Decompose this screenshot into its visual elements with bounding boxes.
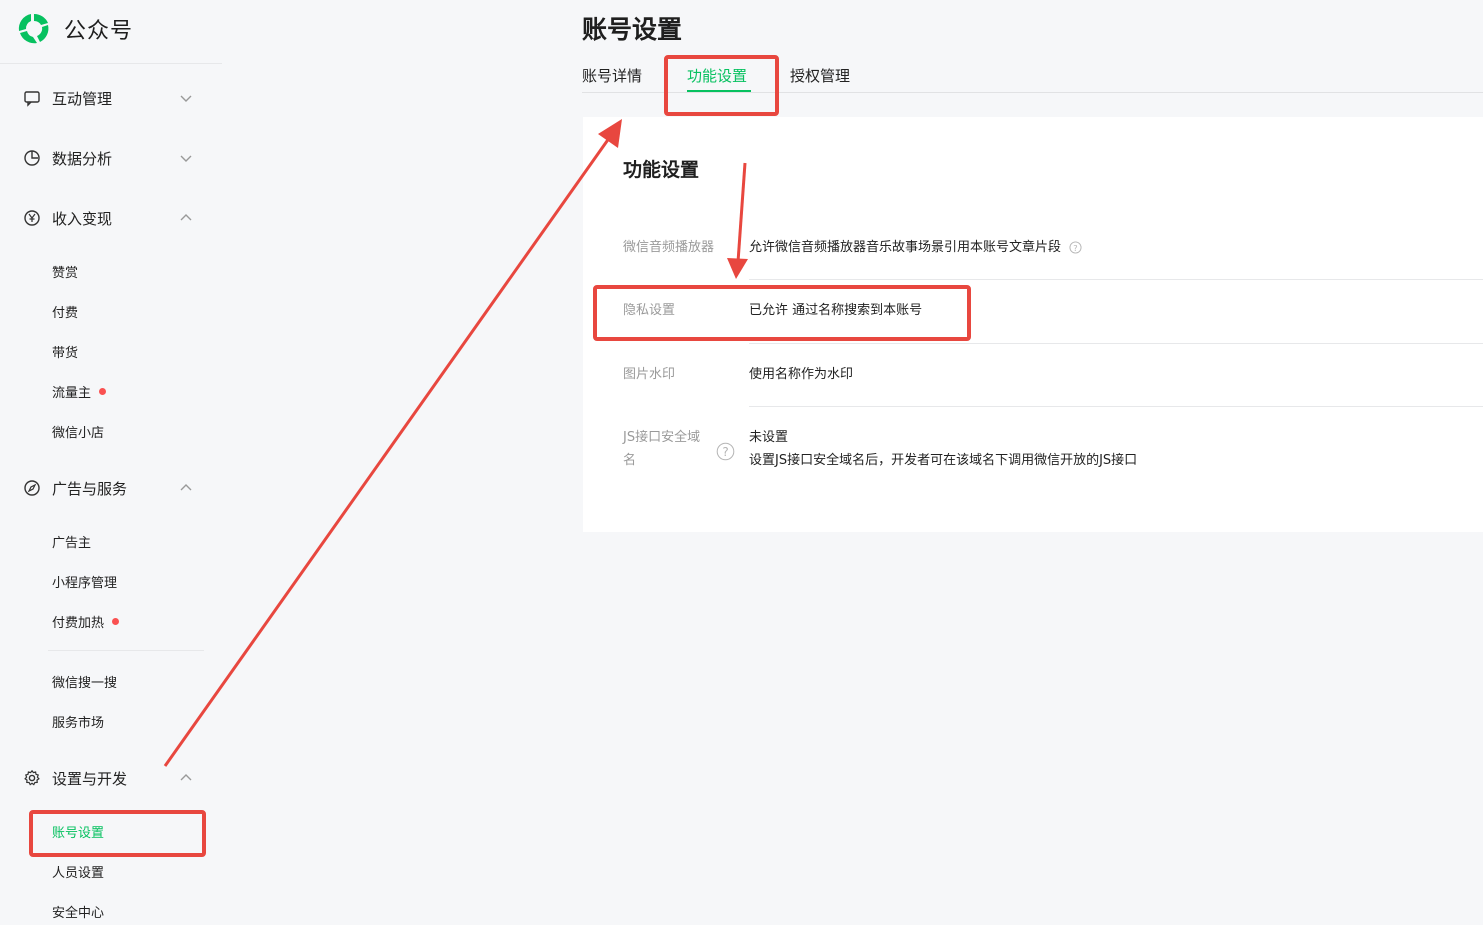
sidebar-item-label: 服务市场 xyxy=(52,715,105,731)
setting-label-audio-player: 微信音频播放器 xyxy=(623,240,715,255)
tab-account-details[interactable]: 账号详情 xyxy=(582,65,642,86)
sidebar-item-label: 小程序管理 xyxy=(52,575,118,591)
nav-group-settings-dev[interactable]: 设置与开发 xyxy=(22,763,202,793)
setting-label-js-domain-line2: 名 xyxy=(623,453,637,468)
sidebar-item-label: 付费加热 xyxy=(52,615,105,631)
brand-name: 公众号 xyxy=(64,19,134,44)
sidebar-item-label: 微信小店 xyxy=(52,425,105,441)
sidebar-item-traffic-owner[interactable]: 流量主 xyxy=(52,379,107,403)
sidebar-item-label: 微信搜一搜 xyxy=(52,675,118,691)
setting-label-watermark: 图片水印 xyxy=(623,367,676,382)
row-divider xyxy=(749,343,1483,344)
sidebar-item-paid-boost[interactable]: 付费加热 xyxy=(52,609,120,633)
sidebar-item-label: 带货 xyxy=(52,345,79,361)
sidebar-item-mini-program[interactable]: 小程序管理 xyxy=(52,569,117,593)
sidebar-divider xyxy=(48,650,204,651)
nav-group-monetization[interactable]: 收入变现 xyxy=(22,203,202,233)
svg-text:?: ? xyxy=(722,445,728,459)
notification-dot xyxy=(112,617,120,625)
chevron-up-icon[interactable] xyxy=(178,210,194,226)
setting-value-text: 允许微信音频播放器音乐故事场景引用本账号文章片段 xyxy=(749,240,1062,255)
sidebar-item-label: 安全中心 xyxy=(52,905,105,921)
help-icon[interactable]: ? xyxy=(716,442,735,461)
row-divider xyxy=(749,406,1483,407)
nav-group-label: 收入变现 xyxy=(52,209,113,228)
highlight-box-tab xyxy=(664,55,779,116)
sidebar-item-advertiser[interactable]: 广告主 xyxy=(52,529,91,553)
highlight-box-privacy xyxy=(593,285,971,341)
sidebar-item-member-settings[interactable]: 人员设置 xyxy=(52,859,104,883)
brand-logo[interactable]: 公众号 xyxy=(16,10,133,48)
nav-group-label: 数据分析 xyxy=(52,149,113,168)
sidebar-item-wechat-shop[interactable]: 微信小店 xyxy=(52,419,104,443)
gear-icon xyxy=(22,768,42,788)
row-divider xyxy=(749,279,1483,280)
chevron-down-icon[interactable] xyxy=(178,90,194,106)
chevron-up-icon[interactable] xyxy=(178,770,194,786)
sidebar-item-service-market[interactable]: 服务市场 xyxy=(52,709,104,733)
page-title: 账号设置 xyxy=(582,15,683,44)
setting-label-js-domain-line1: JS接口安全域 xyxy=(623,430,701,445)
setting-value-audio-player: 允许微信音频播放器音乐故事场景引用本账号文章片段 ? xyxy=(749,237,1082,259)
setting-value-js-domain[interactable]: 未设置 xyxy=(749,427,788,449)
svg-text:?: ? xyxy=(1073,243,1077,253)
sidebar-item-label: 人员设置 xyxy=(52,865,105,881)
wechat-official-account-logo-icon xyxy=(18,13,49,44)
notification-dot xyxy=(99,387,107,395)
annotation-arrow-line xyxy=(163,133,614,767)
sidebar-item-label: 流量主 xyxy=(52,385,92,401)
tab-authorization[interactable]: 授权管理 xyxy=(790,65,850,86)
nav-group-interaction[interactable]: 互动管理 xyxy=(22,83,202,113)
highlight-box-account-settings xyxy=(29,810,206,857)
nav-group-label: 互动管理 xyxy=(52,89,113,108)
pie-chart-icon xyxy=(22,148,42,168)
chevron-down-icon[interactable] xyxy=(178,150,194,166)
nav-group-label: 广告与服务 xyxy=(52,479,128,498)
setting-value-watermark[interactable]: 使用名称作为水印 xyxy=(749,364,853,386)
sidebar-item-paid[interactable]: 付费 xyxy=(52,299,78,323)
sidebar-item-label: 赞赏 xyxy=(52,265,79,281)
sidebar-item-security-center[interactable]: 安全中心 xyxy=(52,899,104,923)
yen-coin-icon xyxy=(22,208,42,228)
sidebar: 公众号 互动管理 数据分析 收入变现 赞赏 付费 带货 流量主 微信小店 广告与… xyxy=(0,0,222,925)
setting-desc-js-domain: 设置JS接口安全域名后，开发者可在该域名下调用微信开放的JS接口 xyxy=(749,453,1138,468)
sidebar-item-appreciation[interactable]: 赞赏 xyxy=(52,259,78,283)
compass-icon xyxy=(22,478,42,498)
sidebar-item-wechat-search[interactable]: 微信搜一搜 xyxy=(52,669,117,693)
nav-group-label: 设置与开发 xyxy=(52,769,128,788)
sidebar-item-label: 广告主 xyxy=(52,535,92,551)
section-title: 功能设置 xyxy=(623,159,700,181)
brand-divider xyxy=(0,63,222,64)
chat-bubble-icon xyxy=(22,88,42,108)
chevron-up-icon[interactable] xyxy=(178,480,194,496)
sidebar-item-sell-goods[interactable]: 带货 xyxy=(52,339,78,363)
sidebar-item-label: 付费 xyxy=(52,305,79,321)
help-icon[interactable]: ? xyxy=(1069,241,1082,254)
nav-group-analytics[interactable]: 数据分析 xyxy=(22,143,202,173)
nav-group-ads-services[interactable]: 广告与服务 xyxy=(22,473,202,503)
